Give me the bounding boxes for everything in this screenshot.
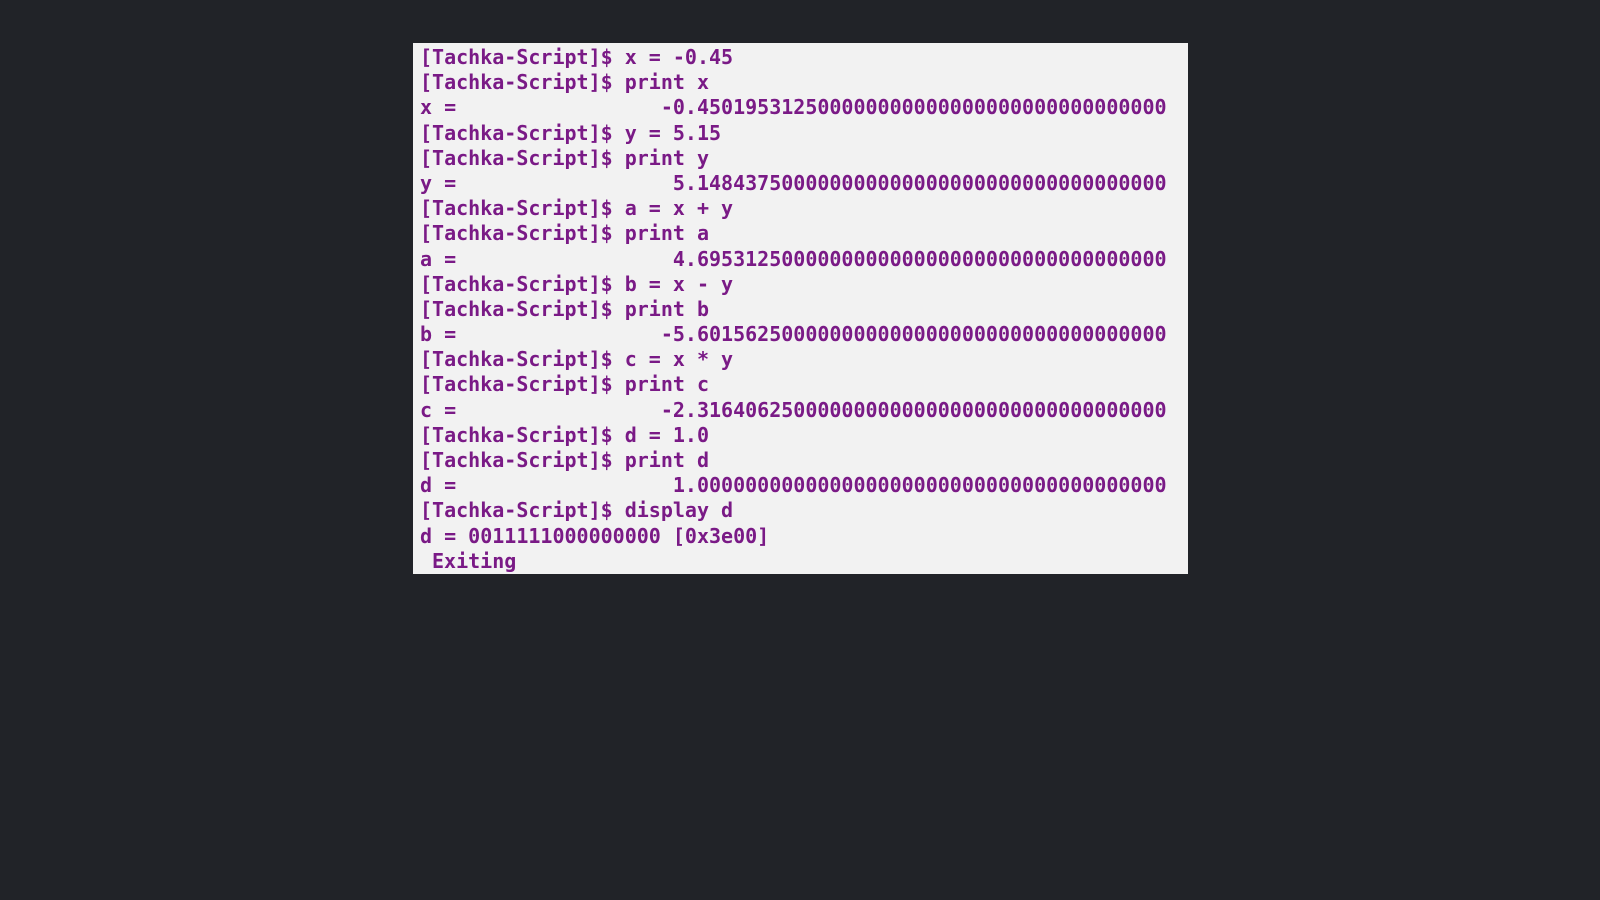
terminal-line-command: [Tachka-Script]$ a = x + y (420, 196, 734, 221)
terminal-line-command: [Tachka-Script]$ print c (420, 372, 709, 397)
terminal-line-command: [Tachka-Script]$ print b (420, 296, 709, 321)
terminal-line-output: y = 5.1484375000000000000000000000000000… (420, 170, 1167, 195)
terminal-line-output: x = -0.450195312500000000000000000000000… (420, 95, 1167, 120)
terminal-line-output: a = 4.6953125000000000000000000000000000… (420, 246, 1167, 271)
terminal-line-output: d = 0011111000000000 [0x3e00] (420, 523, 770, 548)
terminal-line-command: [Tachka-Script]$ print y (420, 145, 709, 170)
terminal-line-command: [Tachka-Script]$ c = x * y (420, 347, 734, 372)
terminal-line-command: [Tachka-Script]$ b = x - y (420, 271, 734, 296)
terminal-line-command: [Tachka-Script]$ print x (420, 70, 709, 95)
terminal-line-command: [Tachka-Script]$ print a (420, 221, 709, 246)
terminal-line-command: [Tachka-Script]$ y = 5.15 (420, 120, 722, 145)
terminal-line-output: c = -2.316406250000000000000000000000000… (420, 397, 1167, 422)
terminal-line-command: [Tachka-Script]$ d = 1.0 (420, 422, 709, 447)
desktop-background: { "terminal": { "text_color": "#7a1a86",… (0, 0, 1600, 900)
terminal-line-command: [Tachka-Script]$ display d (420, 498, 734, 523)
terminal-window[interactable]: [Tachka-Script]$ x = -0.45 [Tachka-Scrip… (413, 43, 1188, 574)
terminal-line-output: d = 1.0000000000000000000000000000000000… (420, 473, 1167, 498)
terminal-line-exit-message: Exiting (432, 548, 517, 573)
terminal-line-output: b = -5.601562500000000000000000000000000… (420, 322, 1167, 347)
terminal-line-command: [Tachka-Script]$ print d (420, 448, 709, 472)
terminal-line-command: [Tachka-Script]$ x = -0.45 (420, 45, 734, 69)
